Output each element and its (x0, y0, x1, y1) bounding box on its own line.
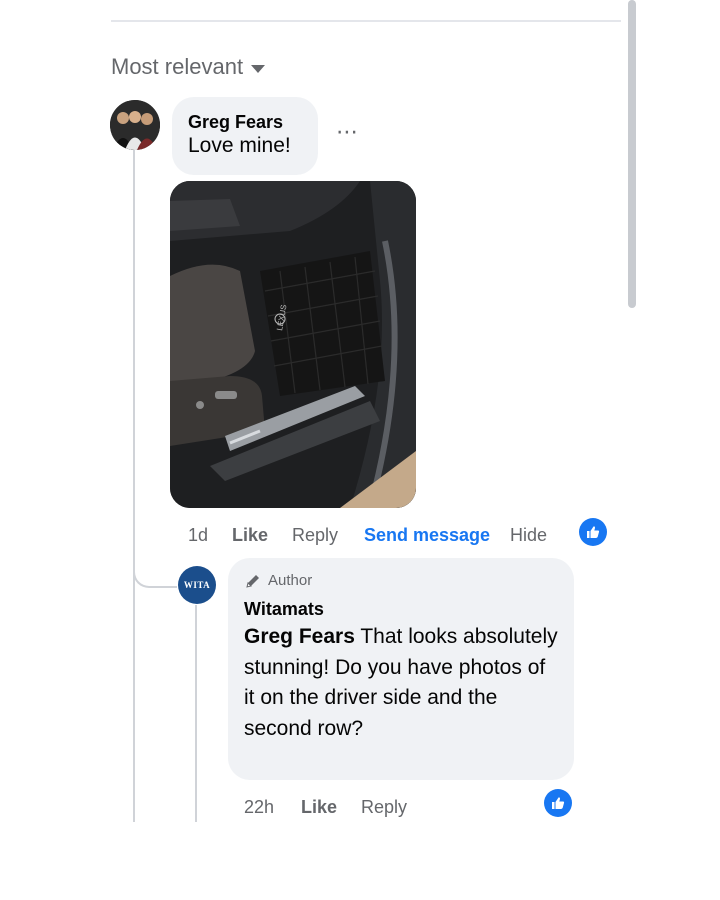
comment-time[interactable]: 1d (188, 525, 208, 546)
more-options-icon[interactable]: ⋯ (336, 121, 359, 143)
like-reaction-icon[interactable] (579, 518, 607, 546)
reply-text: Greg Fears That looks absolutely stunnin… (244, 622, 558, 744)
comment-author[interactable]: Greg Fears (188, 111, 302, 133)
reply-time[interactable]: 22h (244, 797, 274, 818)
comment-text: Love mine! (188, 134, 291, 157)
thread-connector-curve (133, 560, 177, 588)
scrollbar[interactable] (628, 0, 636, 308)
mention-link[interactable]: Greg Fears (244, 625, 355, 648)
like-reaction-icon[interactable] (544, 789, 572, 817)
caret-down-icon (251, 64, 266, 73)
brand-logo: WITA (183, 580, 211, 590)
reply-button[interactable]: Reply (292, 525, 338, 546)
reply-actions: 22h Like Reply (0, 794, 720, 820)
reply-connector (195, 605, 197, 822)
pencil-icon (246, 575, 259, 588)
hide-button[interactable]: Hide (510, 525, 547, 546)
comment-bubble: Greg Fears Love mine! (172, 97, 318, 175)
like-button[interactable]: Like (232, 525, 268, 546)
reply-bubble: Author Witamats Greg Fears That looks ab… (228, 558, 574, 780)
sort-label: Most relevant (111, 54, 244, 79)
divider (111, 20, 621, 22)
reply-author[interactable]: Witamats (244, 597, 558, 621)
reply-button[interactable]: Reply (361, 797, 407, 818)
avatar[interactable] (110, 100, 160, 150)
comment-photo[interactable]: LEXUS (170, 181, 416, 508)
author-badge: Author (244, 571, 558, 591)
thread-connector (133, 150, 135, 822)
sort-dropdown[interactable]: Most relevant (111, 54, 266, 80)
comment-actions: 1d Like Reply Send message Hide (0, 522, 720, 548)
avatar[interactable]: WITA (178, 566, 216, 604)
like-button[interactable]: Like (301, 797, 337, 818)
author-badge-label: Author (268, 572, 313, 589)
comments-panel: Most relevant Greg Fears Love mine! ⋯ LE… (0, 0, 720, 900)
send-message-button[interactable]: Send message (364, 525, 490, 546)
